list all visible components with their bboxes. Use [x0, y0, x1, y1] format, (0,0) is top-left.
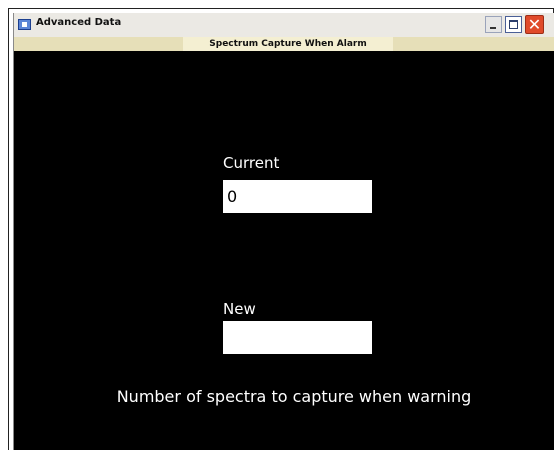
- current-value-field[interactable]: [223, 180, 372, 213]
- minimize-button[interactable]: [485, 16, 502, 33]
- current-label: Current: [223, 154, 280, 172]
- new-value-field[interactable]: [223, 321, 372, 354]
- section-header-bar: Spectrum Capture When Alarm: [14, 37, 554, 51]
- window-title: Advanced Data: [36, 17, 122, 28]
- new-label: New: [223, 300, 256, 318]
- title-bar[interactable]: Advanced Data ✕: [14, 13, 554, 37]
- maximize-button[interactable]: [505, 16, 522, 33]
- outer-frame: Advanced Data ✕ Spectrum Capture When Al…: [8, 8, 554, 450]
- app-window: Advanced Data ✕ Spectrum Capture When Al…: [13, 13, 554, 450]
- close-button[interactable]: ✕: [525, 15, 544, 34]
- section-header-title: Spectrum Capture When Alarm: [183, 37, 393, 51]
- app-window-icon[interactable]: [18, 19, 31, 30]
- field-description: Number of spectra to capture when warnin…: [116, 387, 472, 406]
